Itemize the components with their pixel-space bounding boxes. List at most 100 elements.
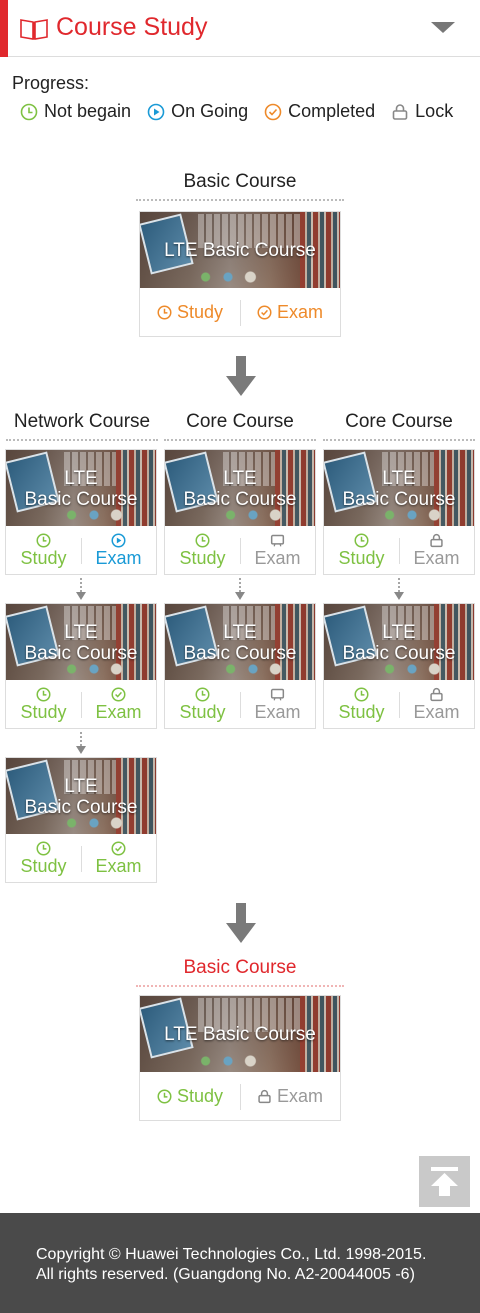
clock-icon (36, 687, 51, 701)
book-icon (20, 19, 48, 40)
check-icon (111, 687, 126, 701)
study-label: Study (176, 1085, 224, 1106)
exam-label: Exam (276, 1085, 323, 1106)
study-button[interactable]: Study (165, 526, 240, 574)
rights-text: All rights reserved. (Guangdong No. A2-2… (36, 1266, 415, 1283)
study-button[interactable]: Study (140, 288, 240, 336)
progress-legend: Not begain On Going Completed Lock (20, 101, 453, 122)
exam-label: Exam (254, 701, 301, 722)
arrow-down-icon (226, 356, 256, 396)
study-label: Study (20, 547, 67, 568)
arrow-down-icon (76, 732, 86, 754)
study-button[interactable]: Study (324, 526, 399, 574)
lock-icon (392, 103, 408, 120)
clock-icon (36, 841, 51, 855)
study-button[interactable]: Study (6, 834, 81, 882)
column-title: Core Course (164, 411, 316, 441)
clock-icon (157, 1089, 172, 1103)
exam-label: Exam (413, 547, 460, 568)
arrow-down-icon (76, 578, 86, 600)
course-card[interactable]: LTE Basic Course Study Exam (139, 995, 341, 1121)
course-thumbnail-label: LTE Basic Course (164, 240, 316, 261)
clock-icon (157, 305, 172, 319)
chevron-down-icon[interactable] (431, 22, 455, 33)
legend-on-going: On Going (147, 101, 248, 122)
course-card[interactable]: LTE Basic Course Study Exam (164, 449, 316, 575)
course-thumbnail[interactable]: LTE Basic Course (324, 604, 474, 680)
clock-icon (354, 533, 369, 547)
exam-button[interactable]: Exam (240, 680, 315, 728)
legend-label: Not begain (44, 101, 132, 121)
course-thumbnail[interactable]: LTE Basic Course (140, 996, 340, 1072)
study-label: Study (338, 701, 385, 722)
clock-icon (20, 103, 38, 120)
exam-button[interactable]: Exam (240, 1072, 340, 1120)
course-card[interactable]: LTE Basic Course Study Exam (139, 211, 341, 337)
course-thumbnail[interactable]: LTE Basic Course (140, 212, 340, 288)
course-thumbnail-label: LTE Basic Course (183, 468, 297, 510)
course-thumbnail[interactable]: LTE Basic Course (6, 758, 156, 834)
exam-label: Exam (276, 301, 323, 322)
check-icon (257, 305, 272, 319)
exam-button[interactable]: Exam (240, 288, 340, 336)
legend-label: Lock (415, 101, 454, 121)
course-thumbnail-label: LTE Basic Course (24, 776, 138, 818)
exam-label: Exam (95, 547, 142, 568)
lock-icon (258, 1089, 271, 1103)
course-thumbnail[interactable]: LTE Basic Course (6, 604, 156, 680)
course-thumbnail-label: LTE Basic Course (342, 622, 456, 664)
basic-course-title: Basic Course (136, 171, 344, 201)
play-icon (147, 103, 165, 120)
study-button[interactable]: Study (324, 680, 399, 728)
monitor-icon (270, 534, 285, 547)
course-card[interactable]: LTE Basic Course Study Exam (323, 603, 475, 729)
exam-label: Exam (95, 855, 142, 876)
study-button[interactable]: Study (165, 680, 240, 728)
legend-label: On Going (171, 101, 249, 121)
page-footer: Copyright © Huawei Technologies Co., Ltd… (0, 1213, 480, 1313)
course-card[interactable]: LTE Basic Course Study Exam (323, 449, 475, 575)
course-thumbnail[interactable]: LTE Basic Course (324, 450, 474, 526)
clock-icon (195, 533, 210, 547)
study-button[interactable]: Study (6, 680, 81, 728)
course-thumbnail-label: LTE Basic Course (164, 1024, 316, 1045)
exam-label: Exam (254, 547, 301, 568)
course-card[interactable]: LTE Basic Course Study Exam (5, 603, 157, 729)
arrow-down-icon (235, 578, 245, 600)
exam-button[interactable]: Exam (81, 526, 156, 574)
study-label: Study (179, 547, 226, 568)
course-thumbnail[interactable]: LTE Basic Course (6, 450, 156, 526)
exam-button[interactable]: Exam (81, 680, 156, 728)
arrow-up-to-top-icon (431, 1167, 458, 1196)
legend-lock: Lock (391, 101, 453, 122)
study-label: Study (20, 701, 67, 722)
exam-button[interactable]: Exam (240, 526, 315, 574)
basic-course-title: Basic Course (136, 957, 344, 987)
course-card[interactable]: LTE Basic Course Study Exam (5, 449, 157, 575)
exam-label: Exam (413, 701, 460, 722)
copyright-text: Copyright © Huawei Technologies Co., Ltd… (36, 1246, 427, 1263)
clock-icon (36, 533, 51, 547)
course-thumbnail-label: LTE Basic Course (24, 622, 138, 664)
exam-label: Exam (95, 701, 142, 722)
course-thumbnail[interactable]: LTE Basic Course (165, 450, 315, 526)
study-label: Study (338, 547, 385, 568)
header-accent-bar (0, 0, 8, 57)
exam-button[interactable]: Exam (399, 680, 474, 728)
back-to-top-button[interactable] (419, 1156, 470, 1207)
column-title: Network Course (6, 411, 158, 441)
course-thumbnail[interactable]: LTE Basic Course (165, 604, 315, 680)
course-thumbnail-label: LTE Basic Course (183, 622, 297, 664)
legend-not-begun: Not begain (20, 101, 131, 122)
course-card[interactable]: LTE Basic Course Study Exam (164, 603, 316, 729)
legend-label: Completed (288, 101, 376, 121)
clock-icon (195, 687, 210, 701)
check-icon (111, 841, 126, 855)
course-card[interactable]: LTE Basic Course Study Exam (5, 757, 157, 883)
exam-button[interactable]: Exam (81, 834, 156, 882)
study-button[interactable]: Study (6, 526, 81, 574)
page-title: Course Study (56, 13, 208, 41)
check-icon (264, 103, 282, 120)
study-button[interactable]: Study (140, 1072, 240, 1120)
exam-button[interactable]: Exam (399, 526, 474, 574)
